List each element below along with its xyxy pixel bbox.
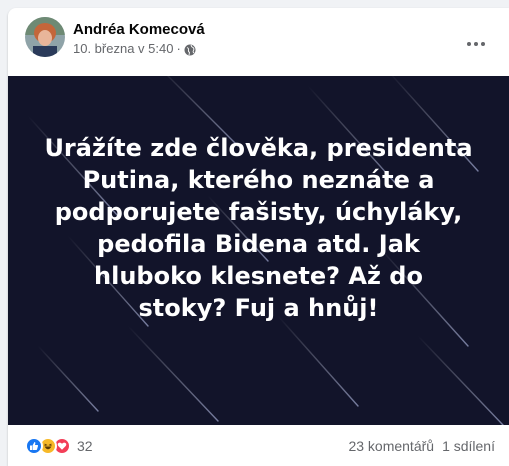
author-avatar[interactable] [25, 17, 65, 57]
globe-icon[interactable] [184, 43, 196, 55]
avatar-image [25, 17, 65, 57]
post-card: Andréa Komecová 10. března v 5:40 · Uráž… [8, 8, 509, 466]
image-caption-text: Urážíte zde člověka, presidenta Putina, … [44, 134, 473, 322]
post-header: Andréa Komecová 10. března v 5:40 · [8, 8, 509, 76]
post-timestamp[interactable]: 10. března v 5:40 [73, 41, 173, 56]
post-stats: 23 komentářů 1 sdílení [348, 438, 495, 454]
post-meta: 10. března v 5:40 · [73, 41, 196, 56]
author-name[interactable]: Andréa Komecová [73, 21, 205, 38]
more-options-icon[interactable] [458, 26, 494, 62]
like-reaction-icon [25, 437, 43, 455]
comments-count-link[interactable]: 23 komentářů [348, 438, 434, 454]
shares-count-link[interactable]: 1 sdílení [442, 438, 495, 454]
post-footer: 32 23 komentářů 1 sdílení [8, 425, 509, 466]
post-image[interactable]: Urážíte zde člověka, presidenta Putina, … [8, 76, 509, 425]
meta-separator: · [176, 41, 181, 56]
reaction-count: 32 [77, 438, 93, 454]
reactions-summary[interactable]: 32 [25, 437, 93, 455]
